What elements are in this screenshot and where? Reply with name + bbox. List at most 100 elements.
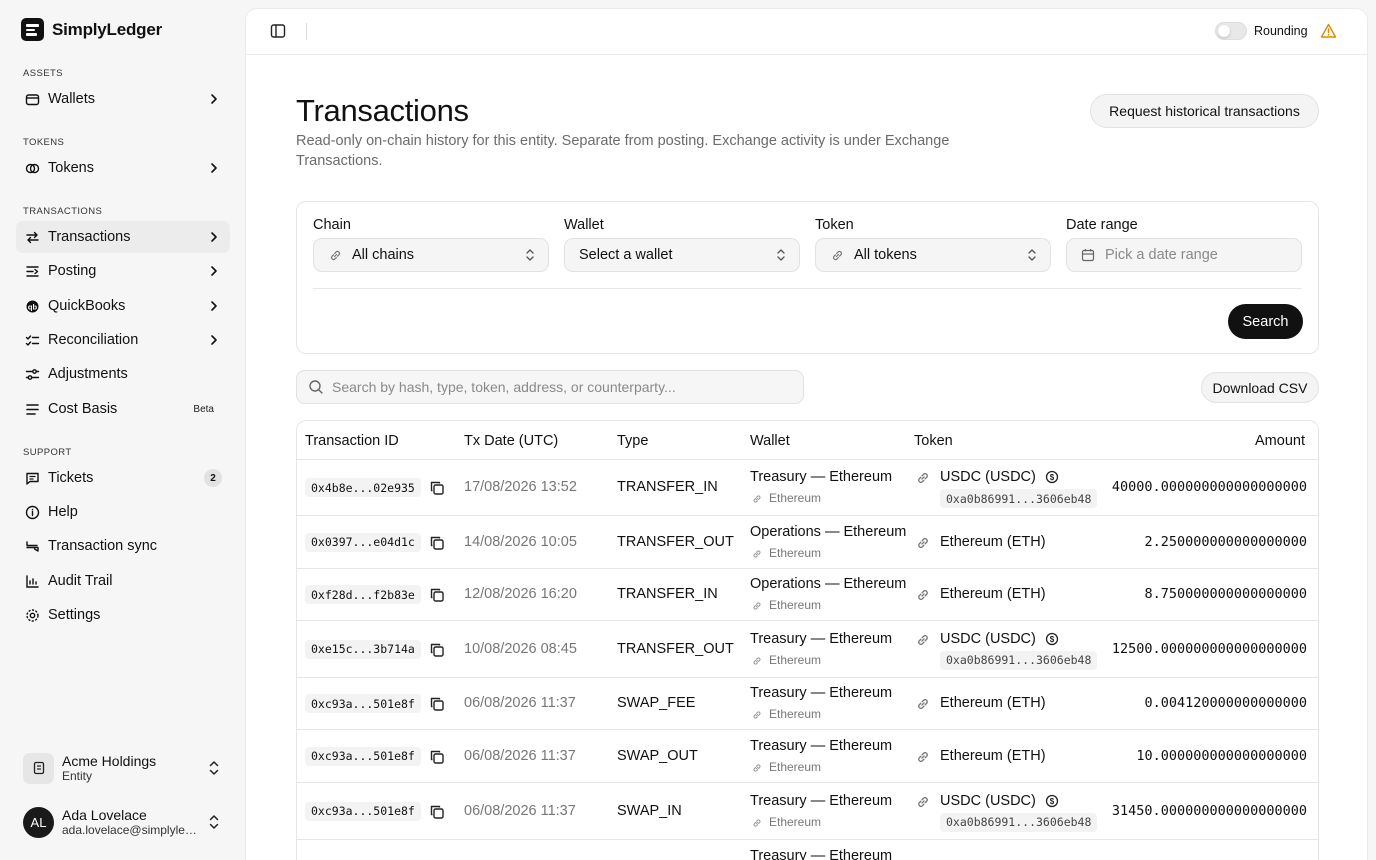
- link-icon: [916, 536, 930, 550]
- sidebar-item-label: Reconciliation: [48, 332, 139, 348]
- wallet-label: Wallet: [564, 217, 604, 233]
- wallet-name: Operations — Ethereum: [750, 576, 907, 592]
- token-select-value: All tokens: [854, 247, 917, 263]
- layers-icon: [24, 401, 40, 417]
- sidebar-item-cost-basis[interactable]: Cost Basis Beta: [16, 393, 230, 425]
- sidebar-item-help[interactable]: Help: [16, 496, 230, 528]
- brand-logo-icon: [21, 18, 44, 41]
- link-icon: [916, 697, 930, 711]
- chevrons-up-down-icon: [777, 249, 785, 261]
- dollar-coin-icon: $: [1045, 632, 1059, 646]
- header-tx-date[interactable]: Tx Date (UTC): [464, 433, 558, 449]
- sidebar-item-tickets[interactable]: Tickets 2: [16, 462, 230, 494]
- tx-type: SWAP_IN: [617, 802, 682, 819]
- building-icon: [23, 752, 54, 784]
- chain-select-value: All chains: [352, 247, 415, 263]
- rounding-toggle[interactable]: [1215, 22, 1247, 40]
- table-row[interactable]: 0x4b8e...02e935 17/08/2026 13:52 TRANSFER_…: [297, 460, 1318, 516]
- token-label: Ethereum (ETH): [940, 695, 1046, 711]
- table-row[interactable]: 0xc93a...501e8f 06/08/2026 11:37 SWAP_OUT T…: [297, 730, 1318, 783]
- transaction-id: 0xe15c...3b714a: [305, 639, 421, 659]
- count-badge: 2: [204, 469, 222, 487]
- copy-icon[interactable]: [429, 696, 445, 712]
- sidebar-item-label: QuickBooks: [48, 298, 126, 314]
- table-row[interactable]: 0x0397...e04d1c 14/08/2026 10:05 TRANSFER_…: [297, 516, 1318, 569]
- header-transaction-id[interactable]: Transaction ID: [305, 433, 399, 449]
- svg-text:qb: qb: [27, 302, 37, 311]
- warning-icon[interactable]: [1320, 23, 1337, 39]
- chain-name: Ethereum: [769, 598, 822, 612]
- copy-icon[interactable]: [429, 480, 445, 496]
- sidebar-item-posting[interactable]: Posting: [16, 255, 230, 287]
- header-wallet[interactable]: Wallet: [750, 433, 790, 449]
- chevrons-up-down-icon: [209, 815, 219, 829]
- sidebar-item-transactions[interactable]: Transactions: [16, 221, 230, 253]
- sliders-icon: [24, 366, 40, 382]
- sidebar-item-reconciliation[interactable]: Reconciliation: [16, 324, 230, 356]
- dollar-coin-icon: $: [1045, 794, 1059, 808]
- chevron-right-icon: [206, 91, 222, 107]
- download-csv-button[interactable]: Download CSV: [1201, 372, 1319, 403]
- search-button[interactable]: Search: [1228, 304, 1303, 339]
- date-range-picker[interactable]: Pick a date range: [1066, 238, 1302, 272]
- copy-icon[interactable]: [429, 587, 445, 603]
- sidebar-item-tokens[interactable]: Tokens: [16, 152, 230, 184]
- sidebar-item-transaction-sync[interactable]: Transaction sync: [16, 530, 230, 562]
- amount: 31450.000000000000000000: [1111, 802, 1307, 819]
- sidebar-item-quickbooks[interactable]: qb QuickBooks: [16, 290, 230, 322]
- table-row[interactable]: 0xe15c...3b714a 10/08/2026 08:45 TRANSFER_…: [297, 621, 1318, 678]
- arrows-left-right-icon: [24, 229, 40, 245]
- rounding-label: Rounding: [1254, 24, 1308, 38]
- wallet-name: Treasury — Ethereum: [750, 630, 893, 647]
- table-row[interactable]: 0xf28d...f2b83e 12/08/2026 16:20 TRANSFER_…: [297, 569, 1318, 621]
- filter-card: Chain Wallet Token Date range All chains…: [296, 201, 1319, 354]
- sidebar-item-audit-trail[interactable]: Audit Trail: [16, 565, 230, 597]
- table-row[interactable]: 0xc93a...501e8f 06/08/2026 11:37 SWAP_FEE T…: [297, 678, 1318, 730]
- link-icon: [916, 588, 930, 602]
- chevron-right-icon: [206, 298, 222, 314]
- sidebar-item-wallets[interactable]: Wallets: [16, 83, 230, 115]
- token-label: Ethereum (ETH): [940, 747, 1046, 764]
- entity-name: Acme Holdings: [62, 753, 157, 769]
- date-range-label: Date range: [1066, 217, 1138, 233]
- wallet-select[interactable]: Select a wallet: [564, 238, 800, 272]
- brand[interactable]: SimplyLedger: [21, 18, 162, 41]
- sidebar-item-settings[interactable]: Settings: [16, 599, 230, 631]
- token-label: Ethereum (ETH): [940, 533, 1046, 550]
- section-label-assets: ASSETS: [23, 68, 63, 79]
- token-select[interactable]: All tokens: [815, 238, 1051, 272]
- section-label-transactions: TRANSACTIONS: [23, 206, 103, 217]
- header-token[interactable]: Token: [914, 433, 953, 449]
- request-historical-button[interactable]: Request historical transactions: [1090, 94, 1319, 128]
- header-type[interactable]: Type: [617, 433, 648, 449]
- copy-icon[interactable]: [429, 749, 445, 765]
- token-name: USDC (USDC) $: [940, 631, 1059, 647]
- chevron-right-icon: [206, 160, 222, 176]
- tx-type: TRANSFER_IN: [617, 479, 718, 495]
- sidebar-item-label: Wallets: [48, 91, 95, 107]
- sidebar-toggle-icon[interactable]: [270, 23, 286, 39]
- copy-icon[interactable]: [429, 535, 445, 551]
- sidebar-item-label: Cost Basis: [48, 401, 118, 417]
- entity-switcher[interactable]: Acme Holdings Entity: [16, 746, 230, 790]
- page-description: Read-only on-chain history for this enti…: [296, 133, 950, 169]
- header-amount[interactable]: Amount: [1255, 433, 1305, 449]
- search-icon: [309, 380, 323, 394]
- table-row[interactable]: 0xc93a...501e8f 06/08/2026 11:37 SWAP_IN Tr…: [297, 783, 1318, 840]
- sidebar-item-adjustments[interactable]: Adjustments: [16, 358, 230, 390]
- token-name: Ethereum (ETH): [940, 695, 1046, 711]
- copy-icon[interactable]: [429, 642, 445, 658]
- transaction-id: 0xf28d...f2b83e: [305, 585, 421, 604]
- sidebar: SimplyLedger ASSETS TOKENS TRANSACTIONS …: [0, 0, 245, 860]
- chain-select[interactable]: All chains: [313, 238, 549, 272]
- search-input[interactable]: Search by hash, type, token, address, or…: [296, 370, 804, 404]
- table-row[interactable]: Treasury — Ethereum: [297, 840, 1318, 860]
- user-menu[interactable]: AL Ada Lovelace ada.lovelace@simplyledge…: [16, 800, 230, 844]
- chain-name: Ethereum: [769, 652, 822, 667]
- copy-icon[interactable]: [429, 804, 445, 820]
- link-icon: [752, 600, 762, 610]
- tx-type: SWAP_FEE: [617, 695, 696, 711]
- amount: 8.750000000000000000: [1144, 586, 1307, 602]
- wallet-chain: Ethereum: [752, 491, 821, 505]
- token-name: Ethereum (ETH): [940, 534, 1046, 550]
